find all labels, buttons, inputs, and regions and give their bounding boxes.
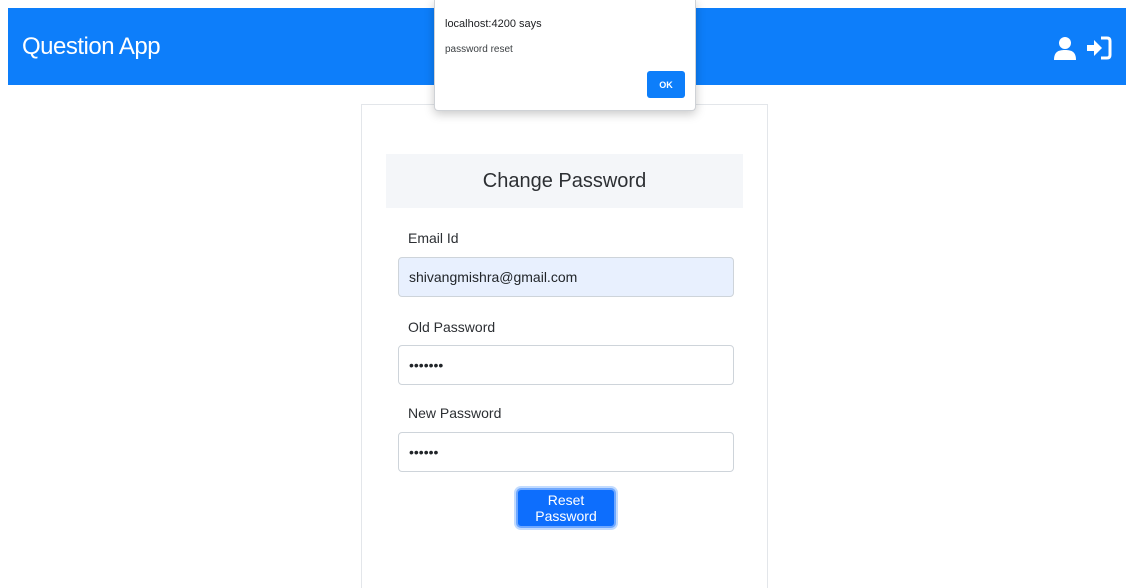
brand-title[interactable]: Question App (22, 33, 161, 61)
user-icon[interactable] (1052, 35, 1078, 61)
reset-password-button[interactable]: Reset Password (516, 488, 616, 528)
card-title: Change Password (386, 154, 743, 208)
email-label: Email Id (408, 230, 459, 246)
alert-title: localhost:4200 says (445, 18, 542, 30)
alert-ok-button[interactable]: OK (647, 71, 685, 98)
page: Question App Change Password Email Id Ol… (0, 0, 1126, 588)
old-password-input[interactable] (398, 345, 734, 385)
alert-dialog: localhost:4200 says password reset OK (434, 0, 696, 111)
nav-icons (1052, 35, 1112, 61)
new-password-input[interactable] (398, 432, 734, 472)
change-password-card: Change Password Email Id Old Password Ne… (361, 104, 768, 588)
alert-message: password reset (445, 44, 513, 55)
email-input[interactable] (398, 257, 734, 297)
new-password-label: New Password (408, 405, 502, 421)
old-password-label: Old Password (408, 319, 496, 335)
sign-in-icon[interactable] (1086, 35, 1112, 61)
